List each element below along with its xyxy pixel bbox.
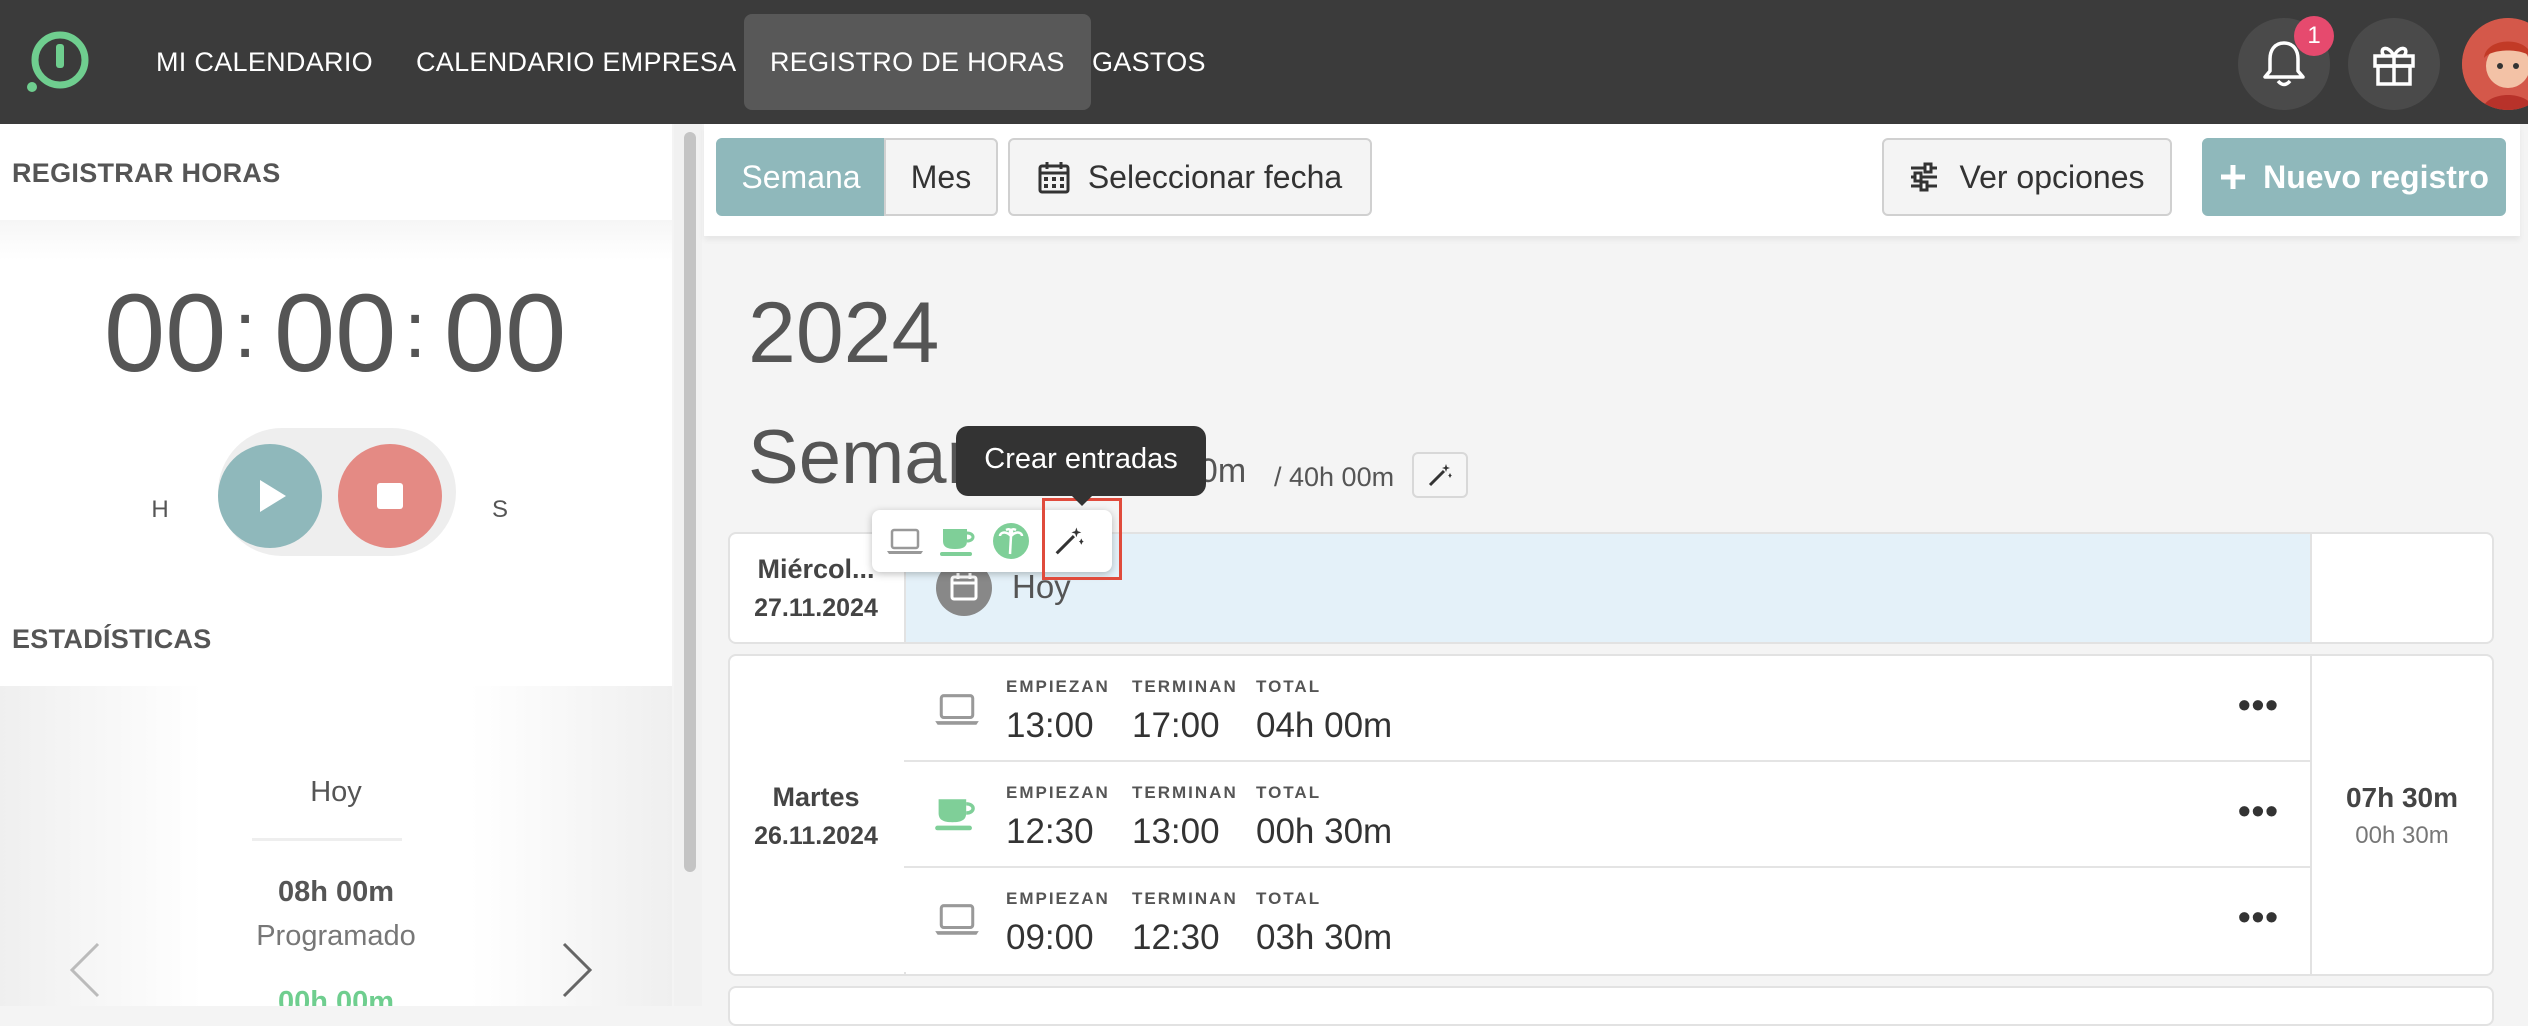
break-entry-option[interactable] [938, 520, 980, 562]
start-time: 12:30 [1006, 812, 1094, 851]
palm-tree-icon [993, 523, 1029, 559]
end-label: TERMINAN [1132, 677, 1238, 696]
select-date-label: Seleccionar fecha [1087, 158, 1343, 195]
plus-icon [2221, 165, 2246, 189]
laptop-icon [935, 904, 979, 935]
timer-seconds-label: S [491, 496, 508, 523]
entry-more-options-button[interactable]: ••• [2238, 684, 2279, 726]
end-time: 17:00 [1132, 706, 1220, 745]
left-panel: REGISTRAR HORAS 00 : 00 : 00 H M S ESTAD… [0, 124, 672, 1006]
month-view-button[interactable]: Mes [884, 138, 998, 216]
total-label: TOTAL [1256, 783, 1322, 802]
tuesday-total: 07h 30m [2345, 782, 2459, 813]
app-logo-icon[interactable] [24, 30, 92, 94]
gift-icon [2373, 46, 2415, 86]
entry-more-options-button[interactable]: ••• [2238, 896, 2279, 938]
coffee-cup-icon [940, 529, 975, 556]
next-day-card [728, 986, 2494, 1026]
entry-total: 03h 30m [1256, 918, 1393, 957]
stats-next-arrow-icon[interactable] [560, 942, 594, 998]
time-entry-row[interactable] [904, 762, 2310, 866]
stats-scheduled-value: 08h 00m [277, 876, 395, 908]
tuesday-break-total: 00h 30m [2355, 822, 2449, 849]
end-time: 13:00 [1132, 812, 1220, 851]
laptop-icon [935, 694, 979, 725]
vacation-entry-option[interactable] [990, 520, 1032, 562]
stats-prev-arrow-icon[interactable] [68, 942, 102, 998]
stop-button[interactable] [338, 444, 442, 548]
nav-gastos[interactable]: GASTOS [1066, 14, 1232, 110]
entry-total: 04h 00m [1256, 706, 1393, 745]
register-hours-title: REGISTRAR HORAS [12, 158, 281, 188]
work-entry-option[interactable] [884, 520, 926, 562]
coffee-cup-icon [935, 799, 975, 831]
time-entry-row[interactable] [904, 656, 2310, 760]
end-label: TERMINAN [1132, 889, 1238, 908]
notification-count-badge: 1 [2294, 16, 2334, 56]
timer-seconds: 00 [444, 272, 567, 395]
start-label: EMPIEZAN [1006, 783, 1110, 802]
magic-wand-icon [1428, 464, 1452, 487]
week-view-button[interactable]: Semana [716, 138, 886, 216]
top-navbar: MI CALENDARIO CALENDARIO EMPRESA REGISTR… [0, 0, 2528, 124]
highlight-box [1042, 498, 1122, 580]
laptop-icon [887, 528, 923, 554]
view-options-button[interactable]: Ver opciones [1882, 138, 2172, 216]
new-record-label: Nuevo registro [2263, 158, 2489, 195]
timer-minutes: 00 [274, 272, 397, 395]
start-label: EMPIEZAN [1006, 889, 1110, 908]
week-create-entries-button[interactable] [1412, 452, 1468, 498]
total-column-divider [2310, 534, 2312, 642]
view-options-label: Ver opciones [1959, 158, 2145, 195]
tuesday-date: 26.11.2024 [754, 822, 878, 850]
create-entries-tooltip: Crear entradas [956, 426, 1206, 496]
nav-mi-calendario[interactable]: MI CALENDARIO [130, 14, 399, 110]
avatar-icon [2462, 18, 2528, 110]
total-label: TOTAL [1256, 677, 1322, 696]
play-icon [260, 480, 286, 512]
tooltip-arrow [1070, 494, 1094, 506]
entry-more-options-button[interactable]: ••• [2238, 790, 2279, 832]
nav-registro-de-horas[interactable]: REGISTRO DE HORAS [744, 14, 1091, 110]
new-record-button[interactable]: Nuevo registro [2202, 138, 2506, 216]
start-time: 13:00 [1006, 706, 1094, 745]
tuesday-day-name: Martes [772, 782, 860, 812]
nav-calendario-empresa[interactable]: CALENDARIO EMPRESA [390, 14, 762, 110]
left-panel-scrollbar-thumb[interactable] [684, 132, 696, 872]
user-avatar[interactable] [2462, 18, 2528, 110]
timer-hours: 00 [104, 272, 227, 395]
gift-button[interactable] [2348, 18, 2440, 110]
end-label: TERMINAN [1132, 783, 1238, 802]
statistics-title: ESTADÍSTICAS [12, 624, 212, 654]
week-total: / 40h 00m [1274, 462, 1395, 492]
timer-colon: : [404, 285, 427, 374]
stats-separator [252, 838, 402, 841]
start-label: EMPIEZAN [1006, 677, 1110, 696]
sliders-icon [1911, 162, 1938, 192]
year-heading: 2024 [748, 285, 940, 381]
stop-icon [377, 483, 403, 509]
play-button[interactable] [218, 444, 322, 548]
time-entry-row[interactable] [904, 868, 2310, 972]
timer-colon: : [234, 285, 257, 374]
today-date: 27.11.2024 [754, 594, 878, 622]
start-time: 09:00 [1006, 918, 1094, 957]
entry-total: 00h 30m [1256, 812, 1393, 851]
total-column-divider [2310, 656, 2312, 974]
stats-period: Hoy [310, 776, 362, 808]
end-time: 12:30 [1132, 918, 1220, 957]
select-date-button[interactable]: Seleccionar fecha [1008, 138, 1372, 216]
timer-hours-label: H [151, 496, 169, 523]
calendar-icon [1038, 162, 1070, 194]
total-label: TOTAL [1256, 889, 1322, 908]
notifications-button[interactable]: 1 [2238, 16, 2334, 110]
